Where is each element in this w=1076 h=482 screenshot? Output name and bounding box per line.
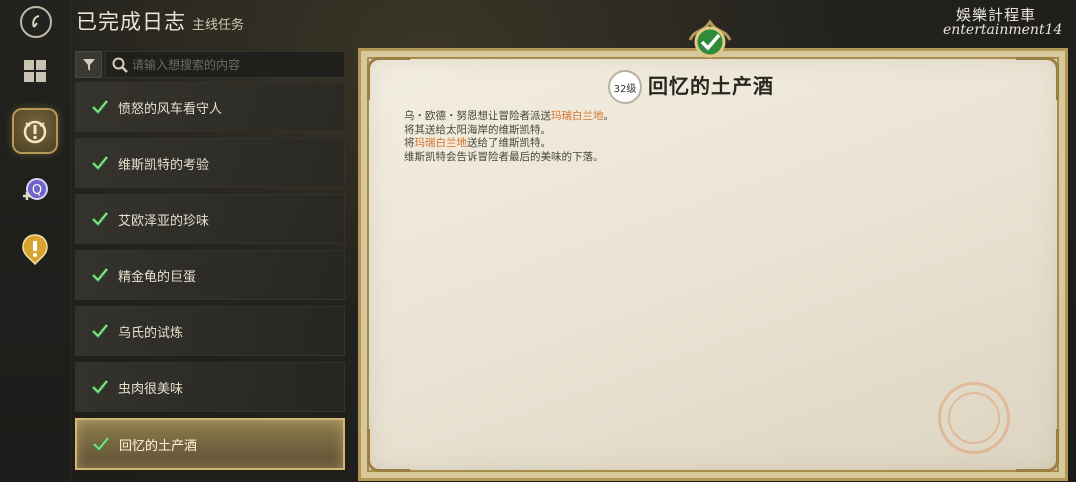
- panel-ornament: [367, 57, 410, 100]
- quest-label: 愤怒的风车看守人: [118, 101, 223, 117]
- quest-label: 虫肉很美味: [118, 381, 184, 397]
- search-box[interactable]: [105, 51, 345, 78]
- app-logo-icon[interactable]: [20, 6, 52, 38]
- grid-icon: [24, 60, 46, 82]
- quest-label: 维斯凯特的考验: [118, 157, 210, 173]
- page-title: 已完成日志: [76, 10, 186, 34]
- quest-list-item-selected[interactable]: 回忆的土产酒: [75, 418, 345, 470]
- quest-list-item[interactable]: 虫肉很美味: [75, 362, 345, 412]
- item-highlight: 玛瑞白兰地: [414, 137, 468, 149]
- search-icon: [112, 57, 128, 73]
- quest-title: 回忆的土产酒: [648, 74, 774, 98]
- check-icon: [90, 154, 110, 172]
- main-quest-icon: [23, 120, 47, 144]
- grid-menu-button[interactable]: [14, 50, 56, 92]
- quest-list-item[interactable]: 维斯凯特的考验: [75, 138, 345, 188]
- description-line: 乌・欧德・努恩想让冒险者派送玛瑞白兰地。: [404, 110, 614, 122]
- completion-stamp-icon: [938, 382, 1010, 454]
- quest-label: 艾欧泽亚的珍味: [118, 213, 210, 229]
- panel-ornament: [1016, 57, 1059, 100]
- check-icon: [90, 98, 110, 116]
- completed-badge-icon: [688, 19, 732, 58]
- quest-list: 愤怒的风车看守人 维斯凯特的考验 艾欧泽亚的珍味 精金龟的巨蛋 乌氏的试炼 虫肉…: [75, 82, 345, 476]
- check-icon: [90, 378, 110, 396]
- quest-list-item[interactable]: 乌氏的试炼: [75, 306, 345, 356]
- filter-icon: [82, 58, 95, 71]
- panel-ornament: [367, 429, 410, 472]
- add-quest-tab[interactable]: Q: [14, 170, 56, 212]
- check-icon: [90, 210, 110, 228]
- alert-quest-tab[interactable]: [14, 228, 56, 270]
- level-badge: 32级: [608, 70, 642, 104]
- check-icon: [90, 322, 110, 340]
- watermark-text: entertainment14: [943, 22, 1063, 38]
- quest-list-item[interactable]: 艾欧泽亚的珍味: [75, 194, 345, 244]
- quest-description: 乌・欧德・努恩想让冒险者派送玛瑞白兰地。 将其送给太阳海岸的维斯凯特。 将玛瑞白…: [404, 110, 614, 164]
- description-line: 将玛瑞白兰地送给了维斯凯特。: [404, 137, 551, 149]
- check-icon: [91, 435, 111, 453]
- quest-label: 乌氏的试炼: [118, 325, 184, 341]
- quest-label: 精金龟的巨蛋: [118, 269, 197, 285]
- description-line: 将其送给太阳海岸的维斯凯特。: [404, 123, 551, 136]
- search-input[interactable]: [128, 56, 344, 73]
- filter-button[interactable]: [75, 51, 102, 78]
- check-icon: [90, 266, 110, 284]
- panel-ornament: [1016, 429, 1059, 472]
- quest-label: 回忆的土产酒: [119, 438, 198, 454]
- svg-text:Q: Q: [32, 183, 42, 198]
- add-quest-icon: Q: [23, 178, 48, 200]
- page-subtitle: 主线任务: [192, 18, 245, 33]
- alert-quest-icon: [22, 234, 48, 265]
- description-line: 维斯凯特会告诉冒险者最后的美味的下落。: [404, 150, 604, 163]
- quest-list-item[interactable]: 精金龟的巨蛋: [75, 250, 345, 300]
- main-quest-tab[interactable]: [14, 110, 56, 152]
- item-highlight: 玛瑞白兰地: [551, 110, 604, 122]
- left-rail: Q: [0, 0, 71, 482]
- quest-list-item[interactable]: 愤怒的风车看守人: [75, 82, 345, 132]
